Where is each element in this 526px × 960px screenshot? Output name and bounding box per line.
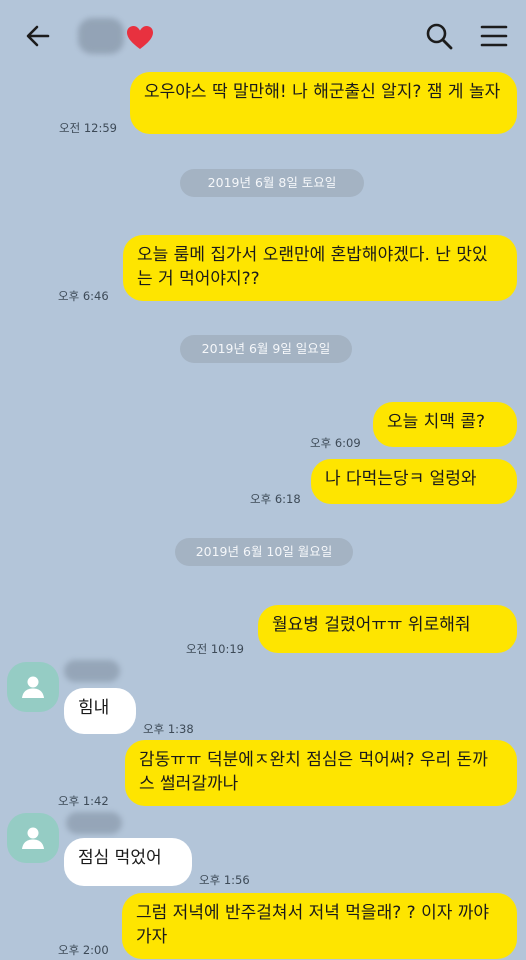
- heart-icon: [127, 26, 153, 49]
- back-arrow-icon[interactable]: [22, 20, 54, 52]
- message-bubble-sent[interactable]: 그럼 저녁에 반주걸쳐서 저녁 먹을래? ? 이자 까야가자: [122, 893, 517, 959]
- message-time: 오후 2:00: [58, 943, 109, 957]
- message-time: 오후 6:09: [310, 436, 361, 450]
- contact-name-blurred[interactable]: [78, 18, 124, 54]
- message-bubble-sent[interactable]: 나 다먹는당ㅋ 얼렁와: [311, 459, 517, 504]
- message-bubble-sent[interactable]: 월요병 걸렸어ㅠㅠ 위로해줘: [258, 605, 517, 653]
- message-time: 오후 6:46: [58, 289, 109, 303]
- sender-name-blurred: [66, 812, 122, 834]
- sender-name-blurred: [64, 660, 120, 682]
- message-bubble-sent[interactable]: 오우야스 딱 말만해! 나 해군출신 알지? 잼 게 놀자: [130, 72, 517, 134]
- avatar[interactable]: [7, 662, 59, 712]
- message-time: 오전 10:19: [186, 642, 244, 656]
- message-time: 오후 1:42: [58, 794, 109, 808]
- search-icon[interactable]: [424, 21, 454, 51]
- date-divider: 2019년 6월 9일 일요일: [180, 335, 352, 363]
- message-bubble-sent[interactable]: 오늘 치맥 콜?: [373, 402, 517, 447]
- person-icon: [22, 827, 44, 849]
- chat-header: [0, 0, 526, 72]
- person-icon: [22, 676, 44, 698]
- message-time: 오후 1:56: [199, 873, 250, 887]
- message-time: 오후 6:18: [250, 492, 301, 506]
- message-time: 오후 1:38: [143, 722, 194, 736]
- message-bubble-received[interactable]: 힘내: [64, 688, 136, 734]
- date-divider: 2019년 6월 8일 토요일: [180, 169, 364, 197]
- message-bubble-sent[interactable]: 오늘 룸메 집가서 오랜만에 혼밥해야겠다. 난 맛있는 거 먹어야지??: [123, 235, 517, 301]
- menu-icon[interactable]: [479, 21, 509, 51]
- date-divider: 2019년 6월 10일 월요일: [175, 538, 353, 566]
- message-bubble-sent[interactable]: 감동ㅠㅠ 덕분에ㅈ완치 점심은 먹어써? 우리 돈까스 썰러갈까나: [125, 740, 517, 806]
- message-time: 오전 12:59: [59, 121, 117, 135]
- message-bubble-received[interactable]: 점심 먹었어: [64, 838, 192, 886]
- avatar[interactable]: [7, 813, 59, 863]
